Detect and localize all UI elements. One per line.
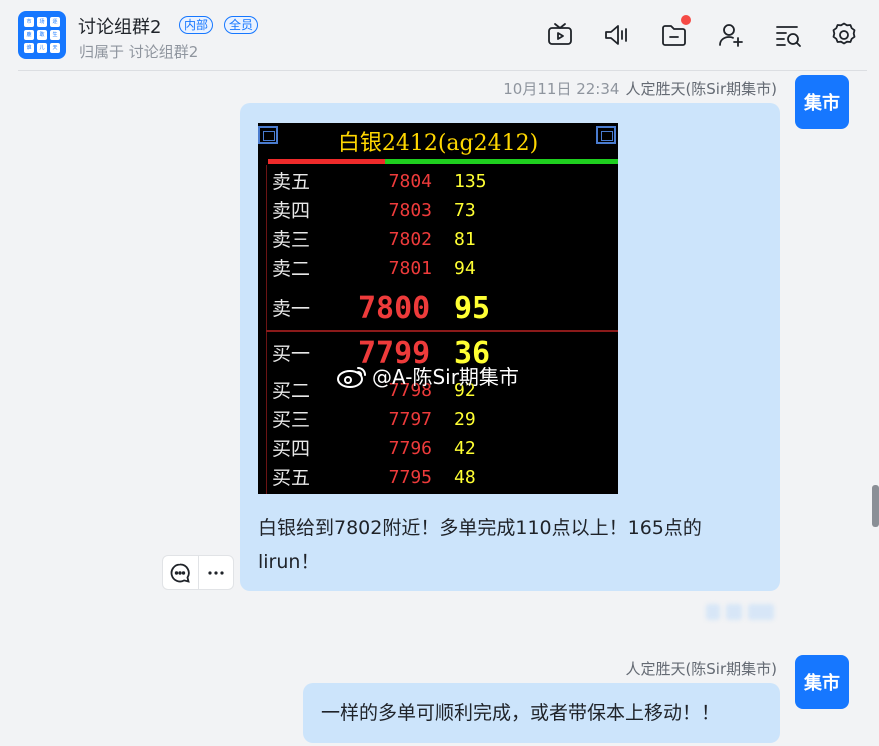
ask-label: 卖三 (272, 229, 311, 251)
header-divider (18, 70, 867, 71)
quote-screenshot-image[interactable]: 白银2412(ag2412) 卖五 7804 135 卖四 7803 73 卖三… (258, 123, 618, 494)
live-tv-button[interactable] (545, 20, 575, 50)
bid-row: 买四 7796 42 (258, 435, 618, 463)
ask-price: 7803 (388, 200, 432, 221)
ask-label: 卖四 (272, 200, 311, 222)
quote-title: 白银2412(ag2412) (337, 131, 539, 156)
avatar-cell: 儿 (37, 43, 47, 53)
ask-row-best: 卖一 7800 95 (258, 291, 618, 327)
scrollbar-thumb[interactable] (872, 485, 879, 527)
message-meta: 10月11日 22:34 人定胜天(陈Sir期集市) (503, 78, 777, 99)
sender-avatar[interactable]: 集市 (795, 75, 849, 129)
blurred-avatar (706, 604, 720, 620)
bid-price: 7796 (388, 438, 432, 459)
bid-row: 买三 7797 29 (258, 406, 618, 434)
search-list-icon (776, 26, 801, 47)
chat-header: 市 场 逐 鹿 敢 生 谁 儿 天 讨论组群2 内部 全员 归属于 讨论组群2 (0, 0, 879, 72)
message-text: 白银给到7802附近！多单完成110点以上！165点的 lirun！ (258, 511, 768, 579)
bid-ask-divider (266, 330, 618, 332)
ask-volume: 73 (454, 200, 476, 221)
blurred-avatar (748, 604, 774, 620)
ask-volume: 95 (454, 291, 491, 326)
bid-label: 买五 (272, 467, 311, 489)
avatar-cell: 市 (24, 17, 34, 27)
bid-volume: 29 (454, 409, 476, 430)
search-history-button[interactable] (773, 20, 803, 50)
message-bubble[interactable]: 一样的多单可顺利完成，或者带保本上移动！！ (303, 683, 780, 743)
message-text-line: 白银给到7802附近！多单完成110点以上！165点的 (258, 517, 702, 539)
comment-icon (170, 563, 190, 583)
ask-price: 7800 (358, 291, 431, 326)
avatar-cell: 场 (37, 17, 47, 27)
more-button[interactable] (197, 556, 234, 589)
sender-name[interactable]: 人定胜天(陈Sir期集市) (625, 660, 777, 678)
bid-label: 买一 (272, 343, 311, 365)
ask-label: 卖一 (272, 298, 311, 320)
ask-volume: 135 (454, 171, 487, 192)
sender-avatar[interactable]: 集市 (795, 655, 849, 709)
buy-ratio-bar (385, 159, 618, 164)
ask-row: 卖三 7802 81 (258, 226, 618, 254)
message-hover-actions (162, 555, 234, 590)
bid-label: 买二 (272, 380, 311, 402)
notification-dot (681, 15, 691, 25)
sender-name[interactable]: 人定胜天(陈Sir期集市) (625, 80, 777, 98)
message-text: 一样的多单可顺利完成，或者带保本上移动！！ (321, 702, 721, 724)
folder-icon (662, 25, 686, 46)
read-receipt-avatars[interactable] (706, 598, 782, 626)
bid-price: 7797 (388, 409, 432, 430)
avatar-cell: 敢 (37, 30, 47, 40)
add-member-button[interactable] (716, 20, 746, 50)
weibo-watermark: @A-陈Sir期集市 (336, 361, 519, 390)
bid-label: 买四 (272, 438, 311, 460)
sell-ratio-bar (268, 159, 385, 164)
avatar-cell: 生 (50, 30, 60, 40)
message-text-line: lirun！ (258, 551, 320, 573)
watermark-text: @A-陈Sir期集市 (372, 365, 519, 389)
ask-price: 7802 (388, 229, 432, 250)
avatar-cell: 逐 (50, 17, 60, 27)
ask-volume: 94 (454, 258, 476, 279)
more-dots-icon (208, 570, 224, 575)
avatar-cell: 天 (50, 43, 60, 53)
ask-row: 卖五 7804 135 (258, 168, 618, 196)
avatar-cell: 谁 (24, 43, 34, 53)
ask-row: 卖二 7801 94 (258, 255, 618, 283)
weibo-icon (337, 366, 366, 388)
ask-label: 卖五 (272, 171, 311, 193)
speaker-icon (605, 25, 627, 45)
tv-icon (548, 23, 572, 45)
group-title[interactable]: 讨论组群2 (78, 13, 161, 39)
avatar-cell: 鹿 (24, 30, 34, 40)
group-avatar[interactable]: 市 场 逐 鹿 敢 生 谁 儿 天 (18, 11, 66, 59)
message-bubble[interactable]: 白银2412(ag2412) 卖五 7804 135 卖四 7803 73 卖三… (240, 103, 780, 591)
message-meta: 人定胜天(陈Sir期集市) (625, 658, 777, 679)
ask-label: 卖二 (272, 258, 311, 280)
ask-volume: 81 (454, 229, 476, 250)
internal-tag: 内部 (179, 16, 214, 34)
ask-price: 7801 (388, 258, 432, 279)
all-members-tag: 全员 (224, 16, 259, 34)
window-icon (596, 126, 616, 144)
settings-button[interactable] (829, 20, 859, 50)
ask-price: 7804 (388, 171, 432, 192)
group-subtitle: 归属于 讨论组群2 (79, 43, 199, 61)
bid-price: 7795 (388, 467, 432, 488)
ask-row: 卖四 7803 73 (258, 197, 618, 225)
announcement-button[interactable] (601, 20, 631, 50)
reply-button[interactable] (163, 556, 198, 589)
blurred-avatar (726, 604, 742, 620)
bid-row: 买五 7795 48 (258, 464, 618, 492)
bid-volume: 48 (454, 467, 476, 488)
bid-label: 买三 (272, 409, 311, 431)
gear-icon (832, 22, 856, 45)
add-member-icon (719, 24, 743, 47)
message-time: 10月11日 22:34 (503, 80, 620, 98)
bid-volume: 42 (454, 438, 476, 459)
files-button[interactable] (659, 15, 691, 50)
